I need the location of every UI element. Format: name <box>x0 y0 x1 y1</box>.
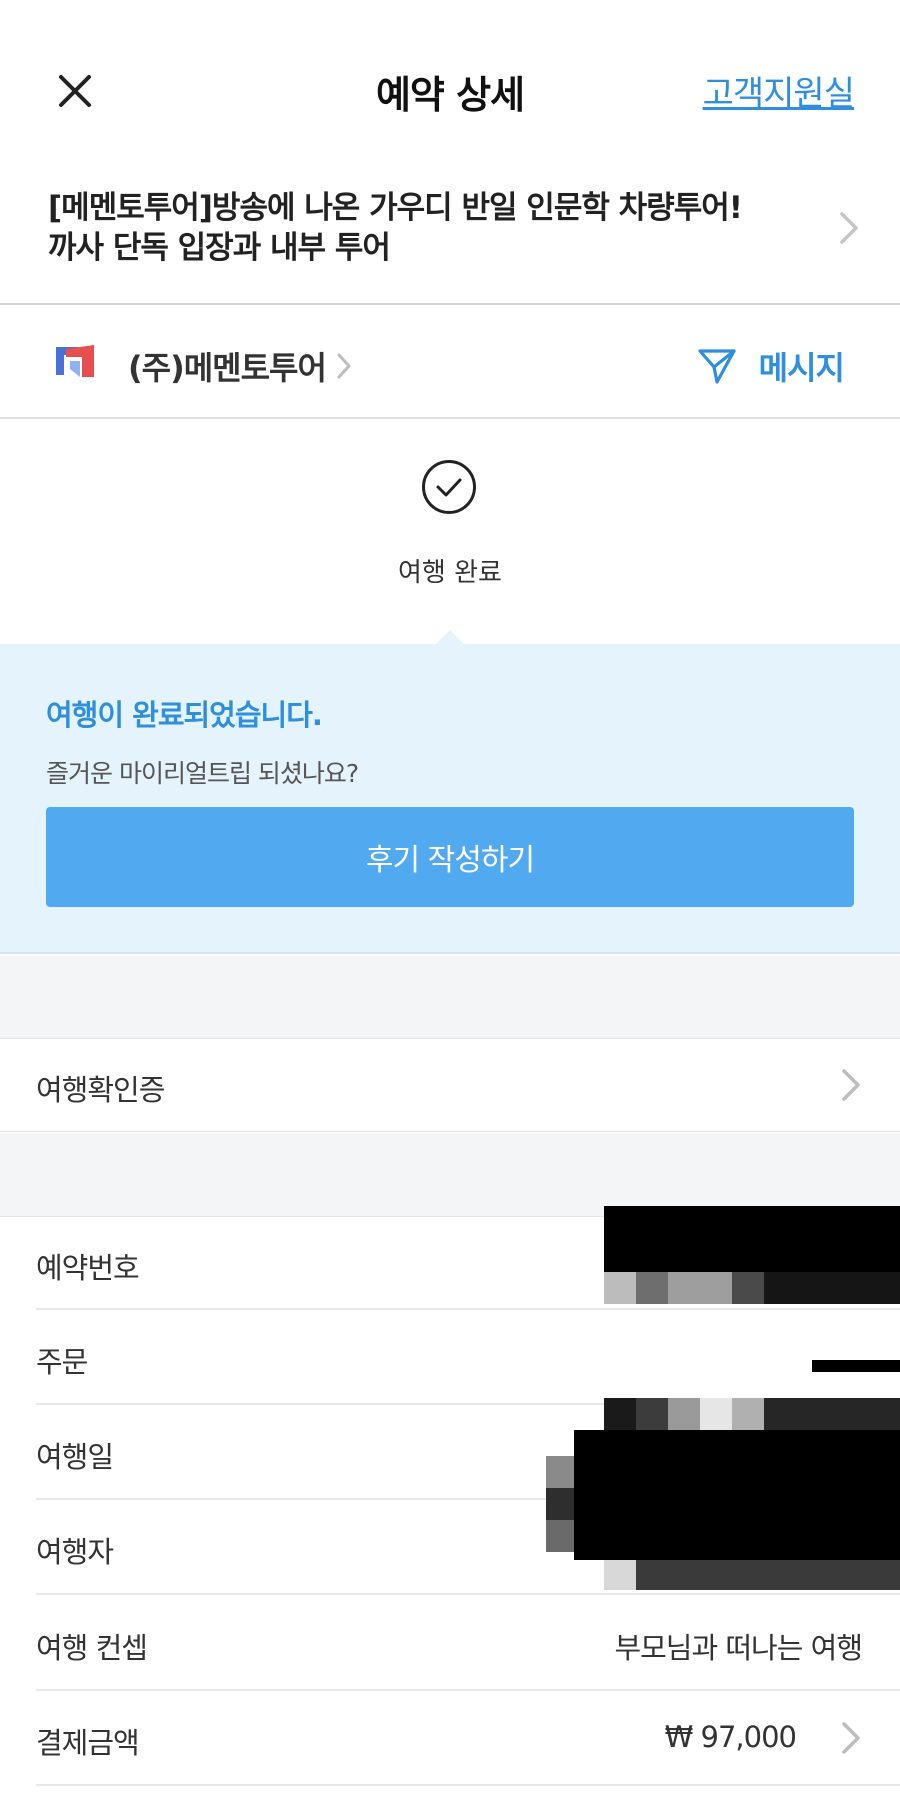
travel-certificate-label: 여행확인증 <box>36 1073 165 1107</box>
concept-label: 여행 컨셉 <box>36 1631 148 1665</box>
header: 예약 상세 고객지원실 <box>0 0 900 150</box>
concept-row: 여행 컨셉 부모님과 떠나는 여행 <box>0 1597 900 1691</box>
seller-row: (주)메멘토투어 메시지 <box>0 307 900 419</box>
message-button[interactable]: 메시지 <box>697 343 845 389</box>
chevron-right-icon <box>337 353 351 379</box>
payment-row[interactable]: 결제금액 ₩ 97,000 <box>0 1692 900 1786</box>
message-label: 메시지 <box>758 349 845 387</box>
status-label: 여행 완료 <box>398 558 502 588</box>
seller-name: (주)메멘토투어 <box>128 349 327 387</box>
travel-date-label: 여행일 <box>36 1440 114 1474</box>
row-divider <box>36 1784 900 1786</box>
notice-title: 여행이 완료되었습니다. <box>46 698 323 732</box>
product-title-line2: 까사 단독 입장과 내부 투어 <box>48 230 391 266</box>
travel-certificate-row[interactable]: 여행확인증 <box>0 1038 900 1132</box>
payment-label: 결제금액 <box>36 1726 140 1760</box>
row-divider <box>36 1689 900 1691</box>
send-icon <box>698 349 736 384</box>
row-divider <box>36 1308 900 1310</box>
row-divider <box>36 1593 900 1595</box>
notice-subtitle: 즐거운 마이리얼트립 되셨나요? <box>46 759 359 788</box>
completion-notice: 여행이 완료되었습니다. 즐거운 마이리얼트립 되셨나요? 후기 작성하기 <box>0 630 900 954</box>
order-label: 주문 <box>36 1345 88 1379</box>
seller-name-link[interactable]: (주)메멘토투어 <box>128 343 352 389</box>
product-title: [메멘토투어]방송에 나온 가우디 반일 인문학 차량투어! 까사 단독 입장과… <box>48 188 808 268</box>
order-row: 주문 <box>0 1311 900 1405</box>
product-title-line1: [메멘토투어]방송에 나온 가우디 반일 인문학 차량투어! <box>48 190 743 226</box>
notice-pointer <box>435 630 465 645</box>
chevron-right-icon <box>842 1069 860 1101</box>
payment-value: ₩ 97,000 <box>664 1720 797 1754</box>
section-spacer <box>0 1133 900 1216</box>
chevron-right-icon <box>842 1722 860 1754</box>
product-link[interactable]: [메멘토투어]방송에 나온 가우디 반일 인문학 차량투어! 까사 단독 입장과… <box>0 180 900 305</box>
chevron-right-icon <box>840 212 858 244</box>
check-circle-icon <box>422 460 476 514</box>
seller-logo-icon <box>56 345 94 377</box>
write-review-button[interactable]: 후기 작성하기 <box>46 807 854 907</box>
customer-support-link[interactable]: 고객지원실 <box>703 66 855 115</box>
section-spacer <box>0 956 900 1038</box>
traveler-label: 여행자 <box>36 1535 114 1569</box>
concept-value: 부모님과 떠나는 여행 <box>614 1631 863 1665</box>
reservation-number-label: 예약번호 <box>36 1251 140 1285</box>
